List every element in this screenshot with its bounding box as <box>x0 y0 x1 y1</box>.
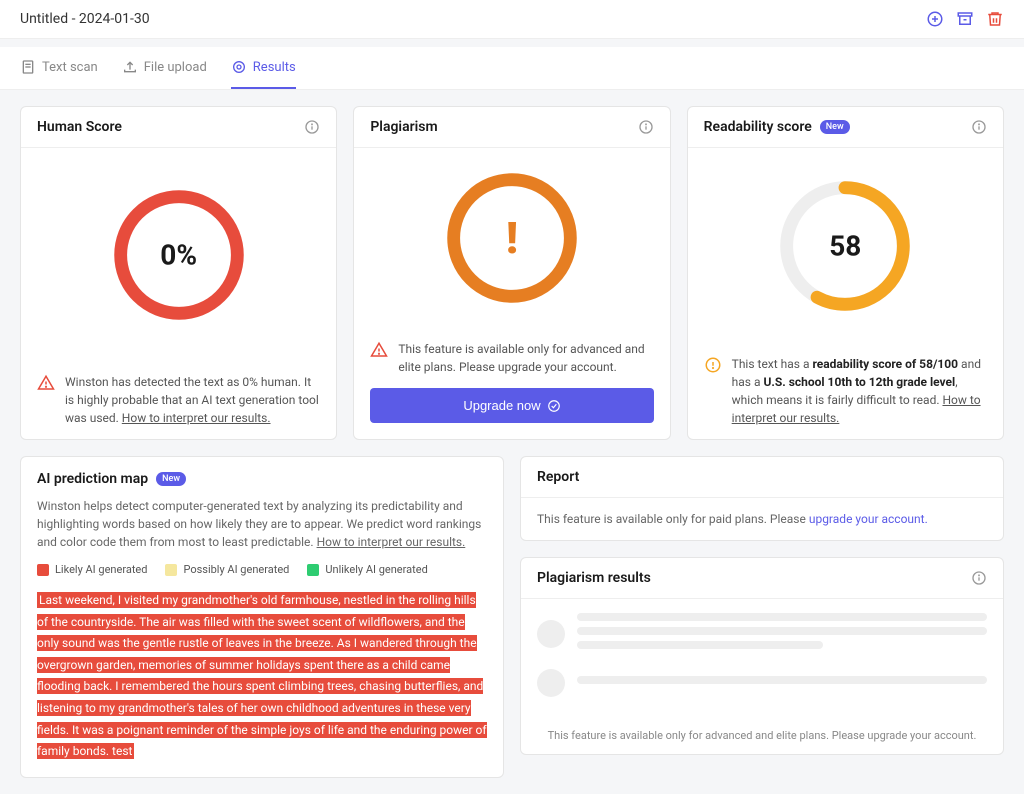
plagiarism-gauge: ! <box>442 168 582 308</box>
skeleton-row <box>537 669 987 697</box>
skeleton-lines <box>577 613 987 655</box>
card-header: Report <box>521 457 1003 498</box>
card-title: Plagiarism <box>370 119 437 135</box>
archive-icon[interactable] <box>956 10 974 28</box>
gauge-value: 58 <box>829 229 861 262</box>
tab-results[interactable]: Results <box>231 47 296 89</box>
right-column: Report This feature is available only fo… <box>520 456 1004 778</box>
skeleton-row <box>537 613 987 655</box>
footer-text: This text has a readability score of 58/… <box>732 355 987 427</box>
tab-label: Results <box>253 60 296 75</box>
gauge-wrap: 58 <box>688 148 1003 343</box>
info-icon[interactable] <box>971 570 987 586</box>
gauge-wrap: ! <box>354 148 669 328</box>
plagiarism-footer: This feature is available only for advan… <box>521 725 1003 754</box>
trash-icon[interactable] <box>986 10 1004 28</box>
document-title: Untitled - 2024-01-30 <box>20 11 150 27</box>
alert-circle-icon <box>704 356 722 374</box>
readability-gauge: 58 <box>775 176 915 316</box>
skeleton-lines <box>577 676 987 690</box>
plagiarism-results-card: Plagiarism results <box>520 557 1004 755</box>
swatch-red <box>37 564 49 576</box>
add-icon[interactable] <box>926 10 944 28</box>
interpret-link[interactable]: How to interpret our results. <box>317 535 466 549</box>
card-body <box>521 599 1003 725</box>
card-header: Plagiarism <box>354 107 669 148</box>
card-footer: This text has a readability score of 58/… <box>688 343 1003 439</box>
prediction-text: Last weekend, I visited my grandmother's… <box>37 590 487 763</box>
readability-card: Readability score New 58 This text has a <box>687 106 1004 440</box>
card-title: Plagiarism results <box>537 570 651 586</box>
card-title: Human Score <box>37 119 122 135</box>
ai-prediction-map-card: AI prediction map New Winston helps dete… <box>20 456 504 778</box>
card-title: AI prediction map New <box>37 471 487 487</box>
tabs: Text scan File upload Results <box>0 47 1024 90</box>
swatch-yellow <box>165 564 177 576</box>
info-icon[interactable] <box>971 119 987 135</box>
human-score-gauge: 0% <box>109 185 249 325</box>
legend: Likely AI generated Possibly AI generate… <box>37 563 487 576</box>
topbar: Untitled - 2024-01-30 <box>0 0 1024 39</box>
new-badge: New <box>156 472 186 486</box>
alert-triangle-icon <box>37 374 55 392</box>
interpret-link[interactable]: How to interpret our results. <box>122 411 271 425</box>
content: Human Score 0% Winston has detected the … <box>0 90 1024 794</box>
legend-unlikely: Unlikely AI generated <box>307 563 427 576</box>
footer-text: Winston has detected the text as 0% huma… <box>65 373 320 427</box>
footer-text: This feature is available only for advan… <box>398 340 653 376</box>
info-icon[interactable] <box>304 119 320 135</box>
score-cards-row: Human Score 0% Winston has detected the … <box>20 106 1004 440</box>
left-column: AI prediction map New Winston helps dete… <box>20 456 504 778</box>
check-circle-icon <box>547 399 561 413</box>
report-card: Report This feature is available only fo… <box>520 456 1004 541</box>
tab-text-scan[interactable]: Text scan <box>20 47 98 89</box>
target-icon <box>231 59 247 75</box>
bottom-row: AI prediction map New Winston helps dete… <box>20 456 1004 778</box>
exclamation-icon: ! <box>506 212 518 264</box>
document-icon <box>20 59 36 75</box>
card-header: Human Score <box>21 107 336 148</box>
gauge-wrap: 0% <box>21 148 336 361</box>
highlighted-text: Last weekend, I visited my grandmother's… <box>37 592 487 759</box>
tab-label: Text scan <box>42 60 98 75</box>
tab-label: File upload <box>144 60 207 75</box>
card-header: Readability score New <box>688 107 1003 148</box>
upload-icon <box>122 59 138 75</box>
card-body: This feature is available only for paid … <box>521 498 1003 540</box>
legend-likely: Likely AI generated <box>37 563 147 576</box>
map-description: Winston helps detect computer-generated … <box>37 497 487 551</box>
tab-file-upload[interactable]: File upload <box>122 47 207 89</box>
plagiarism-card: Plagiarism ! This feature is available o… <box>353 106 670 440</box>
upgrade-link[interactable]: upgrade your account. <box>809 512 928 526</box>
legend-possibly: Possibly AI generated <box>165 563 289 576</box>
upgrade-button[interactable]: Upgrade now <box>370 388 653 423</box>
skeleton-avatar <box>537 669 565 697</box>
gauge-value: 0% <box>160 238 197 271</box>
human-score-card: Human Score 0% Winston has detected the … <box>20 106 337 440</box>
info-icon[interactable] <box>638 119 654 135</box>
swatch-green <box>307 564 319 576</box>
card-footer: Winston has detected the text as 0% huma… <box>21 361 336 439</box>
card-footer: This feature is available only for advan… <box>354 328 669 388</box>
skeleton-avatar <box>537 620 565 648</box>
top-actions <box>926 10 1004 28</box>
card-header: Plagiarism results <box>521 558 1003 599</box>
new-badge: New <box>820 120 850 134</box>
card-title: Report <box>537 469 579 485</box>
card-title: Readability score New <box>704 119 850 135</box>
alert-triangle-icon <box>370 341 388 359</box>
